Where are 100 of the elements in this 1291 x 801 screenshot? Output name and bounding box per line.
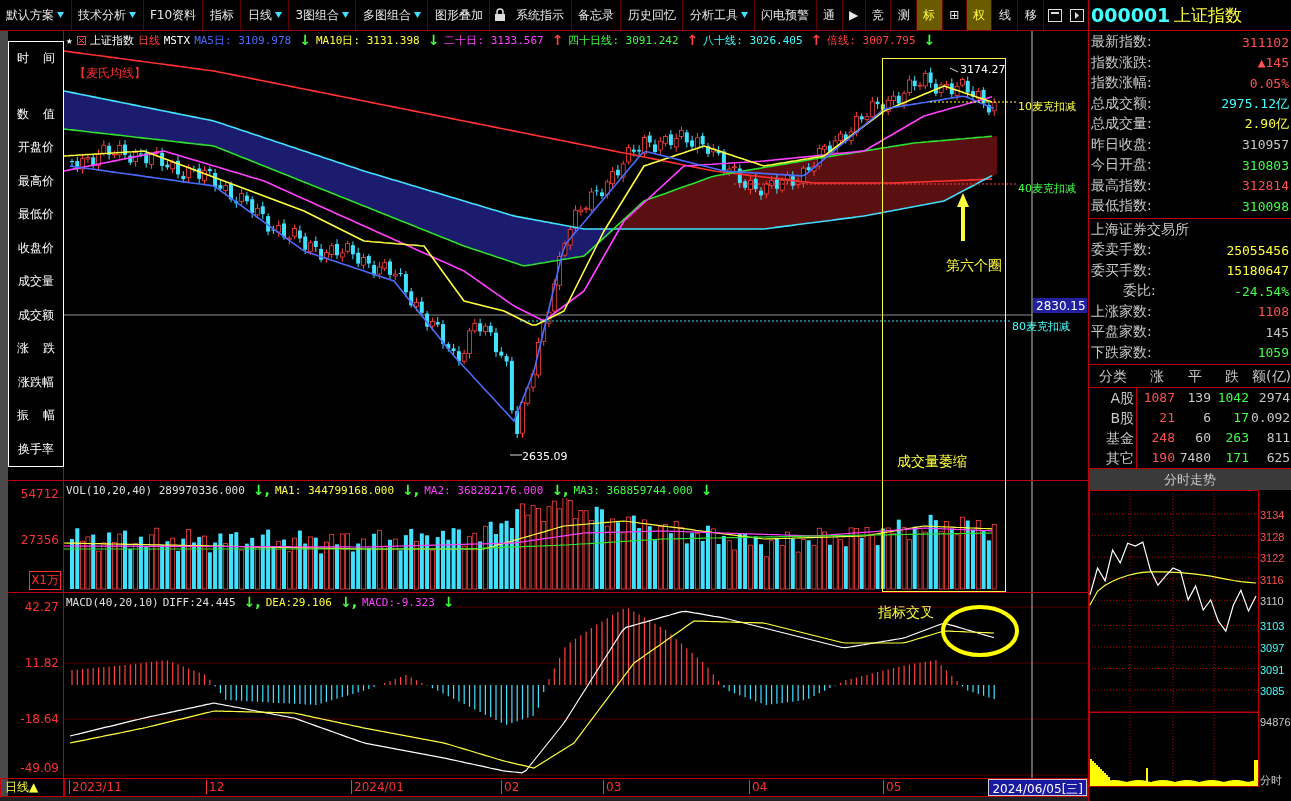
- trend-arrow: ↓: [699, 482, 714, 498]
- info-label: 成交量: [18, 273, 54, 291]
- index-name: 上证指数: [89, 32, 134, 48]
- legend-value: MACD(40,20,10): [66, 595, 159, 609]
- table-cell-text: 6: [1202, 409, 1212, 427]
- axis-tick-label: 3097: [1260, 642, 1285, 654]
- marker-label: 80麦克扣减: [1012, 320, 1070, 333]
- table-cell-text: 811: [1265, 429, 1291, 447]
- quote-value: -24.54%: [1234, 283, 1289, 299]
- toolbar-button[interactable]: 标: [917, 0, 943, 30]
- info-label: 收盘价: [18, 239, 54, 257]
- axis-tick-label: 3110: [1260, 595, 1284, 608]
- legend-value: 倍线: 3007.795: [827, 32, 916, 48]
- time-axis-label: 12: [206, 780, 225, 794]
- axis-tick-label: -18.64: [20, 712, 59, 726]
- trend-arrow: ↓: [922, 32, 937, 48]
- table-cell-text: 139: [1186, 389, 1212, 407]
- table-cell-text: 1087: [1142, 389, 1176, 407]
- axis-tick-label: -49.09: [20, 761, 59, 775]
- annotation-text: 第六个圈: [946, 257, 1002, 273]
- trend-arrow: ↓: [298, 32, 312, 48]
- legend-value: 八十线: 3026.405: [703, 32, 803, 48]
- quote-value: ▲145: [1257, 55, 1289, 71]
- axis-tick-label: 3085: [1260, 685, 1285, 698]
- legend-value: DIFF:24.445: [162, 595, 236, 609]
- info-label: 换手率: [18, 440, 54, 458]
- info-label: 最低价: [18, 206, 54, 224]
- quote-value: 145: [1265, 324, 1289, 340]
- quote-value: 2975.12亿: [1221, 94, 1289, 113]
- legend-value: VOL(10,20,40) 289970336.000: [66, 483, 245, 497]
- axis-tick-label: 42.27: [24, 600, 59, 614]
- indicator-name: MSTX: [163, 33, 191, 47]
- marker-label: 10麦克扣减: [1018, 100, 1076, 113]
- time-axis-label: 03: [603, 780, 622, 794]
- quote-value: 312814: [1242, 178, 1289, 194]
- legend-value: MA10日: 3131.398: [315, 32, 420, 48]
- trend-arrow: ↓,: [338, 594, 358, 610]
- axis-tick-label: 11.82: [24, 656, 59, 670]
- table-cell-text: 1042: [1216, 389, 1250, 407]
- info-label: 数 值: [17, 105, 55, 123]
- quote-value: 310957: [1242, 137, 1289, 153]
- low-price-label: 2635.09: [522, 450, 568, 463]
- table-cell: 其它: [1089, 448, 1137, 468]
- toolbar-button[interactable]: 权: [966, 0, 993, 30]
- quote-label: 总成交额:: [1091, 94, 1152, 113]
- quote-label: 指数涨跌:: [1091, 53, 1152, 72]
- column-header: 跌: [1213, 365, 1251, 388]
- column-header: 额(亿): [1251, 365, 1291, 388]
- stock-code: 000001: [1091, 4, 1171, 26]
- column-header: 平: [1177, 365, 1213, 388]
- quote-value: 1108: [1257, 304, 1289, 320]
- intraday-title: 分时走势: [1089, 469, 1291, 490]
- time-axis-label: 2023/11: [69, 780, 122, 794]
- quote-value: 310098: [1242, 198, 1289, 214]
- axis-tick-label: 3128: [1260, 530, 1285, 543]
- high-price-label: 3174.27: [960, 63, 1006, 76]
- legend-value: MA1: 344799168.000: [274, 483, 395, 497]
- table-cell-text: 248: [1150, 429, 1176, 447]
- quote-label: 委买手数:: [1091, 261, 1152, 280]
- axis-label: 分时: [1260, 774, 1282, 786]
- legend-value: MA5日: 3109.978: [194, 32, 292, 48]
- quote-value: 0.05%: [1249, 75, 1289, 91]
- info-label: 涨 跌: [17, 340, 55, 358]
- table-cell: B股: [1089, 408, 1137, 428]
- axis-tick-label: 27356: [20, 533, 59, 547]
- legend-value: DEA:29.106: [265, 595, 332, 609]
- legend-value: MA3: 368859744.000: [573, 483, 693, 497]
- trend-arrow: ↑: [685, 32, 700, 48]
- trend-arrow: ↓: [426, 32, 441, 48]
- time-axis-label: 04: [749, 780, 768, 794]
- time-axis-label: 02: [501, 780, 520, 794]
- price-tag: 2830.15: [1033, 298, 1087, 313]
- quote-value: 15180647: [1226, 263, 1289, 279]
- quote-value: 1059: [1257, 345, 1289, 361]
- quote-label: 指数涨幅:: [1091, 74, 1152, 93]
- quote-value: 25055456: [1226, 242, 1289, 258]
- annotation-text: 指标交叉: [878, 604, 934, 620]
- trend-arrow: ↓,: [401, 482, 421, 498]
- unit-label: X1万: [29, 571, 61, 590]
- axis-tick-label: 3134: [1260, 509, 1285, 522]
- trend-arrow: ↓,: [251, 482, 271, 498]
- exchange-name: 上海证券交易所: [1091, 220, 1189, 239]
- info-label: 最高价: [18, 172, 54, 190]
- quote-label: 最低指数:: [1091, 197, 1152, 216]
- trend-arrow: ↑: [550, 32, 565, 48]
- quote-label: 上涨家数:: [1091, 302, 1152, 321]
- legend-value: 四十日线: 3091.242: [568, 32, 679, 48]
- table-cell-text: 171: [1224, 449, 1250, 467]
- quote-value: 2.90亿: [1244, 115, 1289, 134]
- legend-value: MA2: 368282176.000: [424, 483, 544, 497]
- quote-value: 311102: [1242, 34, 1289, 50]
- column-header: 涨: [1137, 365, 1177, 388]
- table-cell-text: 21: [1158, 409, 1176, 427]
- table-cell-text: 0.092: [1251, 409, 1291, 427]
- table-cell-text: 625: [1265, 449, 1291, 467]
- quote-label: 委卖手数:: [1091, 241, 1152, 260]
- trend-arrow: ↓: [441, 594, 456, 610]
- axis-tick-label: 3116: [1260, 573, 1284, 586]
- trend-arrow: ↓,: [242, 594, 262, 610]
- info-label: 振 幅: [17, 407, 55, 425]
